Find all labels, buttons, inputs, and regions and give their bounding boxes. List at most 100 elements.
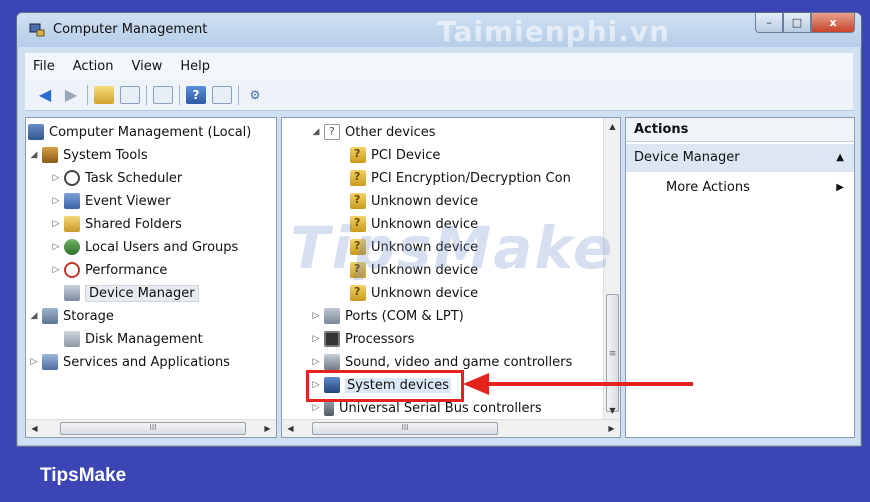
expand-icon[interactable]: ▷ — [50, 173, 62, 183]
expand-icon[interactable]: ▷ — [50, 196, 62, 206]
device-item[interactable]: Unknown device — [350, 191, 478, 211]
maximize-button[interactable]: □ — [783, 13, 811, 33]
show-hide-action-pane-icon[interactable] — [212, 85, 232, 104]
watermark-logo: Taimienphi.vn — [437, 15, 671, 48]
event-viewer-icon — [64, 193, 80, 209]
port-icon — [324, 308, 340, 324]
scroll-thumb[interactable]: ≡ — [606, 294, 619, 412]
back-icon[interactable]: ◀ — [35, 85, 55, 104]
properties-icon[interactable] — [153, 85, 173, 104]
device-item[interactable]: PCI Encryption/Decryption Con — [350, 168, 571, 188]
device-label: PCI Device — [371, 147, 441, 163]
scroll-up-icon[interactable]: ▲ — [604, 118, 620, 135]
menu-file[interactable]: File — [33, 59, 55, 74]
collapse-icon[interactable]: ◢ — [28, 150, 40, 160]
collapse-icon[interactable]: ◢ — [310, 127, 322, 137]
device-scan-icon[interactable]: ⚙ — [245, 86, 265, 104]
clock-icon — [64, 170, 80, 186]
device-label: Universal Serial Bus controllers — [339, 400, 542, 416]
expand-icon[interactable]: ▷ — [50, 265, 62, 275]
performance-icon — [64, 262, 80, 278]
expand-icon[interactable]: ▷ — [50, 219, 62, 229]
expand-icon[interactable]: ▷ — [310, 334, 322, 344]
tree-item-performance[interactable]: ▷ Performance — [50, 260, 167, 280]
menu-view[interactable]: View — [131, 59, 162, 74]
speaker-icon — [324, 354, 340, 370]
menu-action[interactable]: Action — [73, 59, 114, 74]
more-actions-link[interactable]: More Actions — [666, 180, 750, 195]
forward-icon[interactable]: ▶ — [61, 85, 81, 104]
collapse-icon[interactable]: ◢ — [28, 311, 40, 321]
tree-item-storage[interactable]: ◢ Storage — [28, 306, 114, 326]
device-label: Unknown device — [371, 285, 479, 301]
expand-icon[interactable]: ▷ — [310, 403, 322, 413]
watermark-text: TipsMake — [290, 214, 615, 282]
annotation-arrow-icon — [463, 373, 489, 395]
up-folder-icon[interactable] — [94, 85, 114, 104]
tree-label: Services and Applications — [63, 354, 230, 370]
device-item[interactable]: PCI Device — [350, 145, 440, 165]
submenu-arrow-icon[interactable]: ▶ — [836, 182, 844, 193]
actions-section-label: Device Manager — [634, 150, 740, 165]
scroll-right-icon[interactable]: ▶ — [603, 420, 620, 437]
expand-icon[interactable]: ▷ — [50, 242, 62, 252]
usb-icon — [324, 400, 334, 416]
scroll-left-icon[interactable]: ◀ — [282, 420, 299, 437]
tree-label: Local Users and Groups — [85, 239, 239, 255]
processor-icon — [324, 331, 340, 347]
tree-item-services-applications[interactable]: ▷ Services and Applications — [28, 352, 230, 372]
device-category-sound[interactable]: ▷ Sound, video and game controllers — [310, 352, 572, 372]
title-bar[interactable]: Computer Management Taimienphi.vn – □ x — [17, 13, 861, 48]
menu-help[interactable]: Help — [180, 59, 210, 74]
tree-item-disk-management[interactable]: Disk Management — [64, 329, 203, 349]
annotation-arrow-line — [487, 382, 693, 386]
tree-label: Device Manager — [85, 284, 199, 302]
tree-label: Computer Management (Local) — [49, 124, 252, 140]
tree-item-event-viewer[interactable]: ▷ Event Viewer — [50, 191, 171, 211]
device-category-other[interactable]: ◢ Other devices — [310, 122, 436, 142]
minimize-button[interactable]: – — [755, 13, 783, 33]
expand-icon[interactable]: ▷ — [310, 311, 322, 321]
tree-label: Performance — [85, 262, 168, 278]
unknown-category-icon — [324, 124, 340, 140]
help-icon[interactable]: ? — [186, 85, 206, 104]
warning-device-icon — [350, 193, 366, 209]
device-item[interactable]: Unknown device — [350, 283, 478, 303]
actions-header: Actions — [626, 118, 854, 142]
highlight-box — [306, 370, 464, 402]
console-tree-pane[interactable]: Computer Management (Local) ◢ System Too… — [25, 117, 277, 438]
scroll-thumb[interactable]: III — [60, 422, 246, 435]
collapse-triangle-icon[interactable]: ▲ — [836, 144, 844, 172]
tree-item-task-scheduler[interactable]: ▷ Task Scheduler — [50, 168, 182, 188]
storage-icon — [42, 308, 58, 324]
tree-label: Shared Folders — [85, 216, 182, 232]
tree-item-local-users[interactable]: ▷ Local Users and Groups — [50, 237, 238, 257]
device-manager-icon — [64, 285, 80, 301]
scroll-right-icon[interactable]: ▶ — [259, 420, 276, 437]
horizontal-scrollbar[interactable]: ◀ III ▶ — [282, 419, 620, 437]
tree-item-root[interactable]: Computer Management (Local) — [28, 122, 251, 142]
tree-label: Storage — [63, 308, 114, 324]
tree-item-device-manager[interactable]: Device Manager — [64, 283, 199, 303]
scroll-left-icon[interactable]: ◀ — [26, 420, 43, 437]
actions-section-device-manager[interactable]: Device Manager ▲ — [626, 144, 854, 172]
scroll-thumb[interactable]: III — [312, 422, 498, 435]
scroll-down-icon[interactable]: ▼ — [604, 402, 620, 419]
tree-label: Disk Management — [85, 331, 203, 347]
warning-device-icon — [350, 285, 366, 301]
horizontal-scrollbar[interactable]: ◀ III ▶ — [26, 419, 276, 437]
device-label: Sound, video and game controllers — [345, 354, 573, 370]
close-button[interactable]: x — [811, 13, 855, 33]
menu-bar: File Action View Help — [25, 53, 853, 79]
tree-label: Event Viewer — [85, 193, 171, 209]
expand-icon[interactable]: ▷ — [28, 357, 40, 367]
toolbar: ◀ ▶ ? ⚙ — [25, 79, 853, 111]
tree-item-shared-folders[interactable]: ▷ Shared Folders — [50, 214, 182, 234]
show-hide-tree-icon[interactable] — [120, 85, 140, 104]
shared-folder-icon — [64, 216, 80, 232]
expand-icon[interactable]: ▷ — [310, 357, 322, 367]
users-icon — [64, 239, 80, 255]
device-category-processors[interactable]: ▷ Processors — [310, 329, 414, 349]
tree-item-system-tools[interactable]: ◢ System Tools — [28, 145, 148, 165]
device-category-ports[interactable]: ▷ Ports (COM & LPT) — [310, 306, 464, 326]
